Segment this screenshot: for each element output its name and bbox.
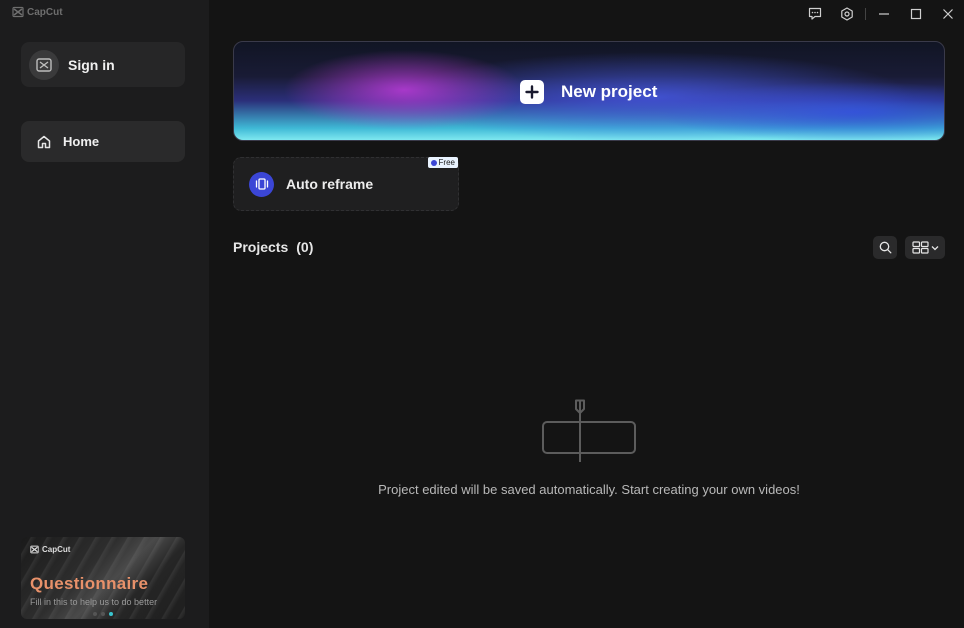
promo-brand-label: CapCut: [42, 545, 71, 554]
projects-title: Projects: [233, 239, 289, 255]
search-projects-button[interactable]: [873, 236, 897, 259]
empty-projects-message: Project edited will be saved automatical…: [378, 482, 800, 497]
minimize-button[interactable]: [868, 0, 900, 28]
feedback-button[interactable]: [799, 0, 831, 28]
app-brand: CapCut: [12, 6, 63, 18]
new-project-label: New project: [561, 82, 658, 101]
promo-subtitle: Fill in this to help us to do better: [30, 597, 158, 607]
grid-view-icon: [911, 241, 929, 254]
auto-reframe-label: Auto reframe: [286, 176, 374, 192]
capcut-window: CapCut Sign in Home CapCut Questionnaire…: [0, 0, 964, 628]
close-button[interactable]: [932, 0, 964, 28]
projects-count: (0): [296, 239, 314, 255]
maximize-icon: [910, 8, 922, 20]
search-icon: [879, 241, 891, 254]
sign-in-button[interactable]: Sign in: [21, 42, 185, 87]
settings-button[interactable]: [831, 0, 863, 28]
avatar: [29, 49, 59, 80]
empty-projects-icon: [542, 399, 636, 462]
carousel-dot-active[interactable]: [109, 612, 113, 616]
badge-dot-icon: [430, 159, 437, 166]
free-badge-label: Free: [438, 158, 455, 167]
divider: [865, 8, 866, 20]
sign-in-label: Sign in: [68, 56, 115, 73]
reframe-icon: [249, 171, 274, 197]
minimize-icon: [879, 13, 889, 15]
plus-icon: [520, 80, 544, 104]
promo-title: Questionnaire: [30, 574, 149, 593]
close-icon: [943, 9, 953, 19]
auto-reframe-button[interactable]: Auto reframe Free: [233, 157, 459, 211]
home-icon: [37, 135, 51, 148]
chevron-down-icon: [931, 245, 938, 250]
sidebar-item-home[interactable]: Home: [21, 121, 185, 162]
promo-brand: CapCut: [30, 545, 70, 554]
carousel-dot[interactable]: [93, 612, 97, 616]
sidebar-item-label: Home: [63, 134, 100, 149]
sidebar: CapCut Sign in Home CapCut Questionnaire…: [0, 0, 209, 628]
view-toggle-button[interactable]: [905, 236, 945, 259]
carousel-dots: [93, 612, 113, 616]
app-brand-label: CapCut: [27, 6, 63, 18]
feedback-icon: [808, 7, 822, 20]
capcut-avatar-icon: [36, 57, 52, 72]
new-project-content: New project: [520, 80, 657, 104]
window-controls: [799, 0, 964, 28]
new-project-button[interactable]: New project: [233, 41, 945, 141]
carousel-dot[interactable]: [101, 612, 105, 616]
free-badge: Free: [427, 157, 458, 168]
settings-icon: [841, 7, 853, 21]
questionnaire-banner[interactable]: CapCut Questionnaire Fill in this to hel…: [21, 537, 185, 619]
capcut-logo-icon: [12, 6, 24, 18]
projects-header: Projects (0): [233, 239, 313, 255]
capcut-logo-icon: [30, 545, 39, 554]
maximize-button[interactable]: [900, 0, 932, 28]
